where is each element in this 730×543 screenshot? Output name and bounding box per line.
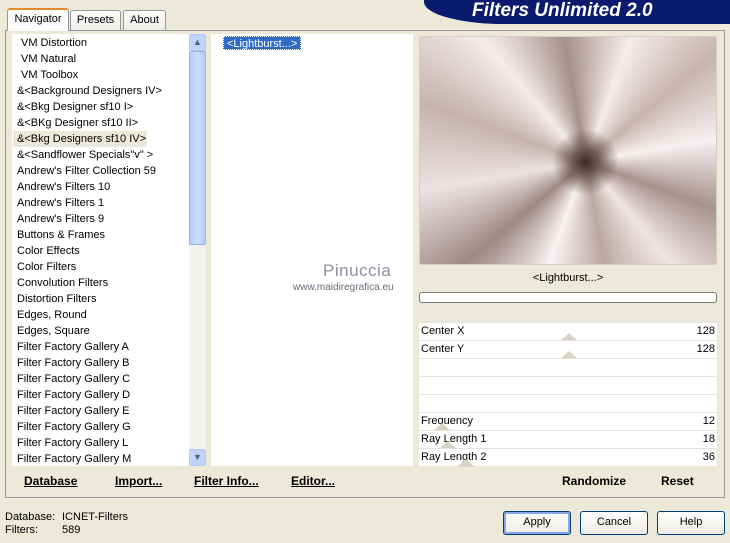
category-list[interactable]: VM Distortion VM Natural VM Toolbox &<Backg… xyxy=(12,34,206,466)
slider-ray-length-2[interactable]: Ray Length 2 36 xyxy=(419,448,717,467)
slider-center-x[interactable]: Center X 128 xyxy=(419,322,717,341)
category-list-item[interactable]: Edges, Round xyxy=(13,307,205,323)
slider-label: Center X xyxy=(421,325,465,337)
category-list-item[interactable]: Andrew's Filters 9 xyxy=(13,211,205,227)
category-list-item[interactable]: Filter Factory Gallery G xyxy=(13,419,205,435)
editor-button[interactable]: Editor... xyxy=(291,474,335,488)
preview-filter-name: <Lightburst...> xyxy=(532,272,604,284)
category-list-item[interactable]: Filter Factory Gallery C xyxy=(13,371,205,387)
category-list-item[interactable]: Buttons & Frames xyxy=(13,227,205,243)
apply-button[interactable]: Apply xyxy=(503,511,571,535)
status-filters-value: 589 xyxy=(62,524,81,536)
reset-button[interactable]: Reset xyxy=(661,474,694,488)
slider-value: 128 xyxy=(696,325,715,337)
cancel-button[interactable]: Cancel xyxy=(580,511,648,535)
category-list-item[interactable]: Distortion Filters xyxy=(13,291,205,307)
slider-value: 12 xyxy=(702,415,715,427)
category-list-item[interactable]: Filter Factory Gallery B xyxy=(13,355,205,371)
category-list-item[interactable]: Convolution Filters xyxy=(13,275,205,291)
slider-value: 18 xyxy=(702,433,715,445)
scroll-up-icon[interactable]: ▲ xyxy=(189,34,206,51)
tab-about[interactable]: About xyxy=(123,10,166,30)
watermark-url: www.maidiregrafica.eu xyxy=(293,282,394,293)
category-list-item[interactable]: VM Toolbox xyxy=(13,67,205,83)
category-list-item[interactable]: Filter Factory Gallery A xyxy=(13,339,205,355)
tab-navigator[interactable]: Navigator xyxy=(7,8,69,31)
status-database-label: Database: xyxy=(5,511,56,523)
category-list-item[interactable]: VM Distortion xyxy=(13,35,205,51)
filter-item-selected[interactable]: <Lightburst...> xyxy=(223,36,302,50)
slider-knob[interactable] xyxy=(457,459,475,467)
category-list-item[interactable]: &<Bkg Designer sf10 I> xyxy=(13,99,205,115)
category-scrollbar[interactable]: ▲ ▼ xyxy=(189,34,206,466)
app-title-banner: Filters Unlimited 2.0 xyxy=(424,0,730,24)
category-list-item[interactable]: Color Filters xyxy=(13,259,205,275)
scroll-down-icon[interactable]: ▼ xyxy=(189,449,206,466)
slider-value: 128 xyxy=(696,343,715,355)
slider-ray-length-1[interactable]: Ray Length 1 18 xyxy=(419,430,717,449)
tab-presets[interactable]: Presets xyxy=(70,10,121,30)
slider-value: 36 xyxy=(702,451,715,463)
category-list-item[interactable]: Filter Factory Gallery L xyxy=(13,435,205,451)
category-list-item[interactable]: Andrew's Filters 1 xyxy=(13,195,205,211)
category-list-item[interactable]: Andrew's Filter Collection 59 xyxy=(13,163,205,179)
category-list-item[interactable]: Andrew's Filters 10 xyxy=(13,179,205,195)
category-list-item[interactable]: Filter Factory Gallery M xyxy=(13,451,205,465)
status-database-value: ICNET-Filters xyxy=(62,511,128,523)
category-list-item[interactable]: Filter Factory Gallery D xyxy=(13,387,205,403)
slider-empty-1 xyxy=(419,358,717,376)
watermark-name: Pinuccia xyxy=(323,261,392,280)
scroll-thumb[interactable] xyxy=(189,51,206,245)
progress-bar xyxy=(419,292,717,303)
database-button[interactable]: Database xyxy=(24,474,77,488)
preview-image[interactable] xyxy=(419,36,717,265)
slider-label: Ray Length 2 xyxy=(421,451,487,463)
slider-empty-2 xyxy=(419,376,717,394)
category-list-item[interactable]: VM Natural xyxy=(13,51,205,67)
slider-label: Center Y xyxy=(421,343,465,355)
slider-empty-3 xyxy=(419,394,717,412)
import-button[interactable]: Import... xyxy=(115,474,162,488)
category-list-item[interactable]: &<Sandflower Specials"v" > xyxy=(13,147,205,163)
category-list-item[interactable]: Filter Factory Gallery E xyxy=(13,403,205,419)
status-filters-label: Filters: xyxy=(5,524,38,536)
category-list-item[interactable]: Color Effects xyxy=(13,243,205,259)
randomize-button[interactable]: Randomize xyxy=(562,474,626,488)
slider-frequency[interactable]: Frequency 12 xyxy=(419,412,717,431)
category-list-item[interactable]: Edges, Square xyxy=(13,323,205,339)
category-list-item[interactable]: &<Bkg Designers sf10 IV> xyxy=(13,131,147,147)
filter-list[interactable]: <Lightburst...> xyxy=(211,34,413,466)
slider-center-y[interactable]: Center Y 128 xyxy=(419,340,717,359)
help-button[interactable]: Help xyxy=(657,511,725,535)
filter-info-button[interactable]: Filter Info... xyxy=(194,474,259,488)
category-list-item[interactable]: &<BKg Designer sf10 II> xyxy=(13,115,205,131)
category-list-item[interactable]: &<Background Designers IV> xyxy=(13,83,205,99)
